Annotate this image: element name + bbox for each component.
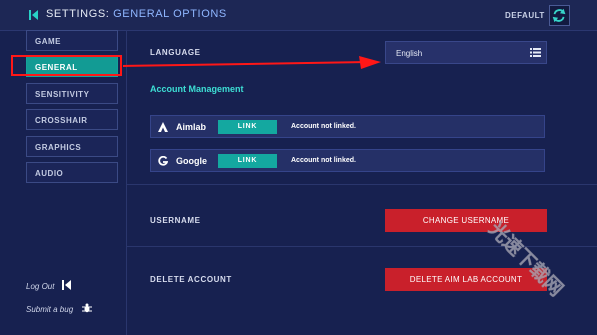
link-aimlab-button[interactable]: LINK	[218, 120, 277, 134]
aimlab-logo-icon	[158, 122, 168, 132]
username-label: USERNAME	[150, 216, 201, 225]
account-name: Aimlab	[176, 122, 207, 132]
title-section: GENERAL OPTIONS	[113, 8, 227, 20]
title-prefix: SETTINGS:	[46, 8, 110, 20]
bug-icon[interactable]	[82, 303, 92, 313]
account-name: Google	[176, 156, 207, 166]
account-row-google: Google LINK Account not linked.	[150, 149, 545, 172]
list-icon[interactable]	[530, 48, 541, 57]
top-bar: SETTINGS: GENERAL OPTIONS DEFAULT	[0, 0, 597, 31]
watermark-text: 光速下载网	[484, 218, 568, 301]
page-title: SETTINGS: GENERAL OPTIONS	[46, 8, 227, 20]
language-select[interactable]: English	[385, 41, 547, 64]
sidebar-item-label: AUDIO	[35, 169, 64, 178]
default-label[interactable]: DEFAULT	[505, 11, 545, 20]
sidebar-item-game[interactable]: GAME	[26, 30, 118, 51]
refresh-icon	[552, 8, 566, 23]
google-logo-icon	[158, 156, 168, 166]
annotation-highlight-box	[11, 55, 122, 76]
link-google-button[interactable]: LINK	[218, 154, 277, 168]
sidebar-item-sensitivity[interactable]: SENSITIVITY	[26, 83, 118, 104]
account-row-aimlab: Aimlab LINK Account not linked.	[150, 115, 545, 138]
sidebar-item-graphics[interactable]: GRAPHICS	[26, 136, 118, 157]
sidebar-item-label: SENSITIVITY	[35, 90, 90, 99]
reset-defaults-button[interactable]	[549, 5, 570, 26]
annotation-arrow-icon	[123, 56, 381, 69]
logout-link[interactable]: Log Out	[26, 282, 54, 291]
sidebar-item-crosshair[interactable]: CROSSHAIR	[26, 109, 118, 130]
sidebar-item-audio[interactable]: AUDIO	[26, 162, 118, 183]
sidebar-item-label: GRAPHICS	[35, 143, 82, 152]
account-status: Account not linked.	[291, 123, 356, 130]
back-arrow-icon[interactable]	[29, 10, 39, 20]
submit-bug-link[interactable]: Submit a bug	[26, 305, 73, 314]
account-management-title: Account Management	[150, 84, 244, 94]
watermark: 光速下载网	[483, 218, 568, 301]
logout-icon[interactable]	[62, 280, 72, 290]
account-status: Account not linked.	[291, 157, 356, 164]
delete-account-label: DELETE ACCOUNT	[150, 275, 232, 284]
sidebar-item-label: CROSSHAIR	[35, 116, 88, 125]
section-divider	[127, 184, 597, 185]
sidebar-item-label: GAME	[35, 37, 61, 46]
language-label: LANGUAGE	[150, 48, 201, 57]
language-value: English	[396, 49, 423, 58]
